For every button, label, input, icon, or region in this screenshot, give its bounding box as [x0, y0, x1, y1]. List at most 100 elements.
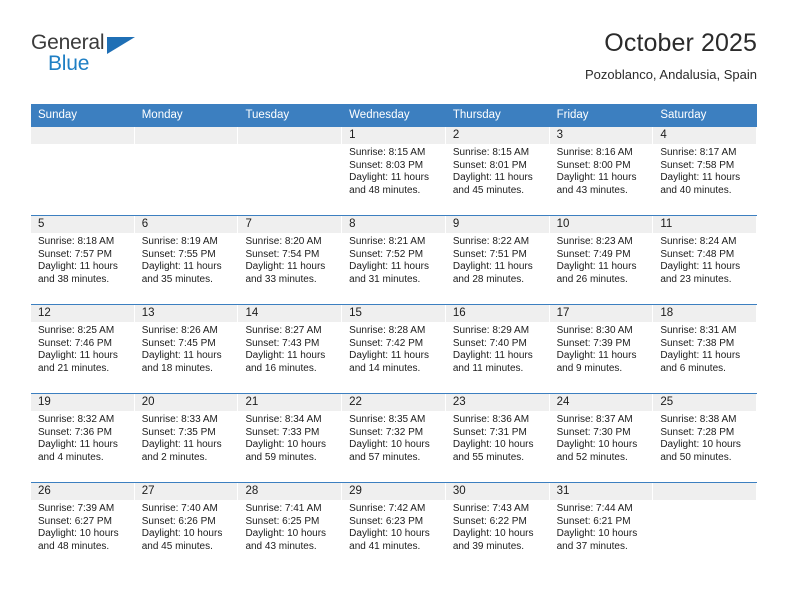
sunrise-text: Sunrise: 8:22 AM — [452, 236, 530, 247]
sun-info: Sunrise: 7:39 AM Sunset: 6:27 PM Daylight:… — [31, 500, 134, 553]
daylight-text-line1: Daylight: 10 hours — [556, 528, 638, 540]
day-cell[interactable]: 21 Sunrise: 8:34 AM Sunset: 7:33 PM Dayligh… — [238, 394, 343, 482]
sunrise-text: Sunrise: 7:41 AM — [245, 503, 322, 514]
day-cell[interactable]: 23 Sunrise: 8:36 AM Sunset: 7:31 PM Dayligh… — [445, 394, 550, 482]
sun-info: Sunrise: 8:37 AM Sunset: 7:30 PM Daylight:… — [550, 411, 653, 464]
day-cell[interactable]: 15 Sunrise: 8:28 AM Sunset: 7:42 PM Dayligh… — [342, 305, 446, 393]
daylight-text-line2: and 28 minutes. — [452, 273, 525, 285]
day-cell[interactable]: 27 Sunrise: 7:40 AM Sunset: 6:26 PM Dayligh… — [134, 483, 239, 574]
day-cell[interactable]: 10 Sunrise: 8:23 AM Sunset: 7:49 PM Dayligh… — [549, 216, 654, 304]
day-cell[interactable]: 17 Sunrise: 8:30 AM Sunset: 7:39 PM Dayligh… — [549, 305, 654, 393]
daylight-text-line1: Daylight: 11 hours — [452, 172, 533, 184]
day-cell[interactable]: 24 Sunrise: 8:37 AM Sunset: 7:30 PM Dayligh… — [549, 394, 654, 482]
sunrise-text: Sunrise: 8:28 AM — [349, 325, 426, 336]
daylight-text-line1: Daylight: 11 hours — [141, 439, 222, 451]
daylight-text-line1: Daylight: 10 hours — [349, 528, 430, 540]
day-number — [31, 127, 134, 144]
calendar-week-row: 5 Sunrise: 8:18 AM Sunset: 7:57 PM Daylight… — [31, 215, 758, 304]
sunset-text: Sunset: 6:23 PM — [349, 515, 424, 527]
day-cell[interactable]: 22 Sunrise: 8:35 AM Sunset: 7:32 PM Dayligh… — [342, 394, 446, 482]
sunrise-text: Sunrise: 8:31 AM — [660, 325, 737, 336]
weekday-monday: Monday — [141, 109, 183, 121]
day-number: 30 — [445, 483, 549, 500]
sun-info: Sunrise: 8:23 AM Sunset: 7:49 PM Daylight:… — [550, 233, 653, 286]
day-cell[interactable]: 2 Sunrise: 8:15 AM Sunset: 8:01 PM Daylight… — [445, 127, 550, 215]
day-cell[interactable]: 5 Sunrise: 8:18 AM Sunset: 7:57 PM Daylight… — [31, 216, 135, 304]
sunset-text: Sunset: 7:40 PM — [452, 337, 527, 349]
day-cell[interactable]: 3 Sunrise: 8:16 AM Sunset: 8:00 PM Daylight… — [549, 127, 654, 215]
sun-info: Sunrise: 8:24 AM Sunset: 7:48 PM Daylight:… — [653, 233, 756, 286]
day-cell[interactable]: 16 Sunrise: 8:29 AM Sunset: 7:40 PM Dayligh… — [445, 305, 550, 393]
day-cell[interactable]: 6 Sunrise: 8:19 AM Sunset: 7:55 PM Daylight… — [134, 216, 239, 304]
sun-info: Sunrise: 8:38 AM Sunset: 7:28 PM Daylight:… — [653, 411, 756, 464]
day-cell[interactable]: 4 Sunrise: 8:17 AM Sunset: 7:58 PM Daylight… — [653, 127, 758, 215]
sunset-text: Sunset: 8:00 PM — [556, 159, 631, 171]
sun-info: Sunrise: 7:41 AM Sunset: 6:25 PM Daylight:… — [238, 500, 341, 553]
sun-info: Sunrise: 8:19 AM Sunset: 7:55 PM Daylight:… — [135, 233, 238, 286]
daylight-text-line2: and 35 minutes. — [141, 273, 213, 285]
sun-info: Sunrise: 8:29 AM Sunset: 7:40 PM Daylight:… — [446, 322, 549, 375]
day-cell[interactable]: 31 Sunrise: 7:44 AM Sunset: 6:21 PM Dayligh… — [549, 483, 654, 574]
day-cell[interactable]: 7 Sunrise: 8:20 AM Sunset: 7:54 PM Daylight… — [238, 216, 343, 304]
daylight-text-line1: Daylight: 10 hours — [660, 439, 741, 451]
sunrise-text: Sunrise: 8:15 AM — [349, 147, 426, 158]
day-cell[interactable]: 25 Sunrise: 8:38 AM Sunset: 7:28 PM Dayligh… — [653, 394, 758, 482]
sunset-text: Sunset: 8:01 PM — [452, 159, 527, 171]
day-cell[interactable]: 8 Sunrise: 8:21 AM Sunset: 7:52 PM Daylight… — [342, 216, 446, 304]
daylight-text-line1: Daylight: 11 hours — [349, 261, 430, 273]
day-number: 10 — [549, 216, 653, 233]
sun-info: Sunrise: 8:18 AM Sunset: 7:57 PM Daylight:… — [31, 233, 134, 286]
calendar-week-row: 26 Sunrise: 7:39 AM Sunset: 6:27 PM Dayligh… — [31, 482, 758, 574]
day-cell[interactable]: 19 Sunrise: 8:32 AM Sunset: 7:36 PM Dayligh… — [31, 394, 135, 482]
daylight-text-line2: and 45 minutes. — [141, 540, 213, 552]
title-block: October 2025 Pozoblanco, Andalusia, Spai… — [585, 28, 757, 83]
sun-info: Sunrise: 8:26 AM Sunset: 7:45 PM Daylight:… — [135, 322, 238, 375]
daylight-text-line1: Daylight: 11 hours — [660, 350, 741, 362]
day-cell[interactable]: 20 Sunrise: 8:33 AM Sunset: 7:35 PM Dayligh… — [134, 394, 239, 482]
day-number: 17 — [549, 305, 653, 322]
sunset-text: Sunset: 7:39 PM — [556, 337, 631, 349]
day-cell[interactable]: 30 Sunrise: 7:43 AM Sunset: 6:22 PM Dayligh… — [445, 483, 550, 574]
daylight-text-line1: Daylight: 10 hours — [349, 439, 430, 451]
day-cell[interactable]: 18 Sunrise: 8:31 AM Sunset: 7:38 PM Dayligh… — [653, 305, 758, 393]
sun-info: Sunrise: 8:36 AM Sunset: 7:31 PM Daylight:… — [446, 411, 549, 464]
day-cell[interactable]: 13 Sunrise: 8:26 AM Sunset: 7:45 PM Dayligh… — [134, 305, 239, 393]
daylight-text-line1: Daylight: 11 hours — [245, 261, 326, 273]
day-number: 20 — [134, 394, 238, 411]
daylight-text-line1: Daylight: 11 hours — [660, 172, 741, 184]
day-number: 19 — [31, 394, 134, 411]
day-number: 16 — [445, 305, 549, 322]
day-number: 18 — [653, 305, 757, 322]
day-cell-empty — [238, 127, 343, 215]
sun-info: Sunrise: 8:16 AM Sunset: 8:00 PM Daylight:… — [550, 144, 653, 197]
day-number: 4 — [653, 127, 757, 144]
daylight-text-line2: and 31 minutes. — [349, 273, 421, 285]
weekday-wednesday: Wednesday — [349, 109, 410, 121]
day-cell[interactable]: 26 Sunrise: 7:39 AM Sunset: 6:27 PM Dayligh… — [31, 483, 135, 574]
sunset-text: Sunset: 7:55 PM — [141, 248, 216, 260]
weekday-tuesday: Tuesday — [245, 109, 290, 121]
weekday-thursday: Thursday — [452, 109, 501, 121]
day-cell[interactable]: 11 Sunrise: 8:24 AM Sunset: 7:48 PM Dayligh… — [653, 216, 758, 304]
sun-info: Sunrise: 8:25 AM Sunset: 7:46 PM Daylight:… — [31, 322, 134, 375]
sunset-text: Sunset: 7:33 PM — [245, 426, 320, 438]
daylight-text-line2: and 33 minutes. — [245, 273, 317, 285]
sunset-text: Sunset: 7:28 PM — [660, 426, 735, 438]
day-cell[interactable]: 12 Sunrise: 8:25 AM Sunset: 7:46 PM Dayligh… — [31, 305, 135, 393]
day-cell[interactable]: 29 Sunrise: 7:42 AM Sunset: 6:23 PM Dayligh… — [342, 483, 446, 574]
calendar-week-row: 12 Sunrise: 8:25 AM Sunset: 7:46 PM Dayligh… — [31, 304, 758, 393]
sunrise-text: Sunrise: 8:38 AM — [660, 414, 737, 425]
day-number: 21 — [238, 394, 342, 411]
sunset-text: Sunset: 7:36 PM — [38, 426, 112, 438]
sunset-text: Sunset: 6:25 PM — [245, 515, 320, 527]
sunset-text: Sunset: 7:58 PM — [660, 159, 735, 171]
day-cell[interactable]: 9 Sunrise: 8:22 AM Sunset: 7:51 PM Daylight… — [445, 216, 550, 304]
sunrise-text: Sunrise: 8:32 AM — [38, 414, 115, 425]
day-cell[interactable]: 28 Sunrise: 7:41 AM Sunset: 6:25 PM Dayligh… — [238, 483, 343, 574]
calendar-page: General Blue October 2025 Pozoblanco, An… — [0, 0, 792, 612]
day-cell[interactable]: 14 Sunrise: 8:27 AM Sunset: 7:43 PM Dayligh… — [238, 305, 343, 393]
daylight-text-line1: Daylight: 10 hours — [38, 528, 119, 540]
general-blue-logo[interactable]: General Blue — [31, 32, 151, 84]
day-cell[interactable]: 1 Sunrise: 8:15 AM Sunset: 8:03 PM Daylight… — [342, 127, 446, 215]
sun-info: Sunrise: 8:22 AM Sunset: 7:51 PM Daylight:… — [446, 233, 549, 286]
